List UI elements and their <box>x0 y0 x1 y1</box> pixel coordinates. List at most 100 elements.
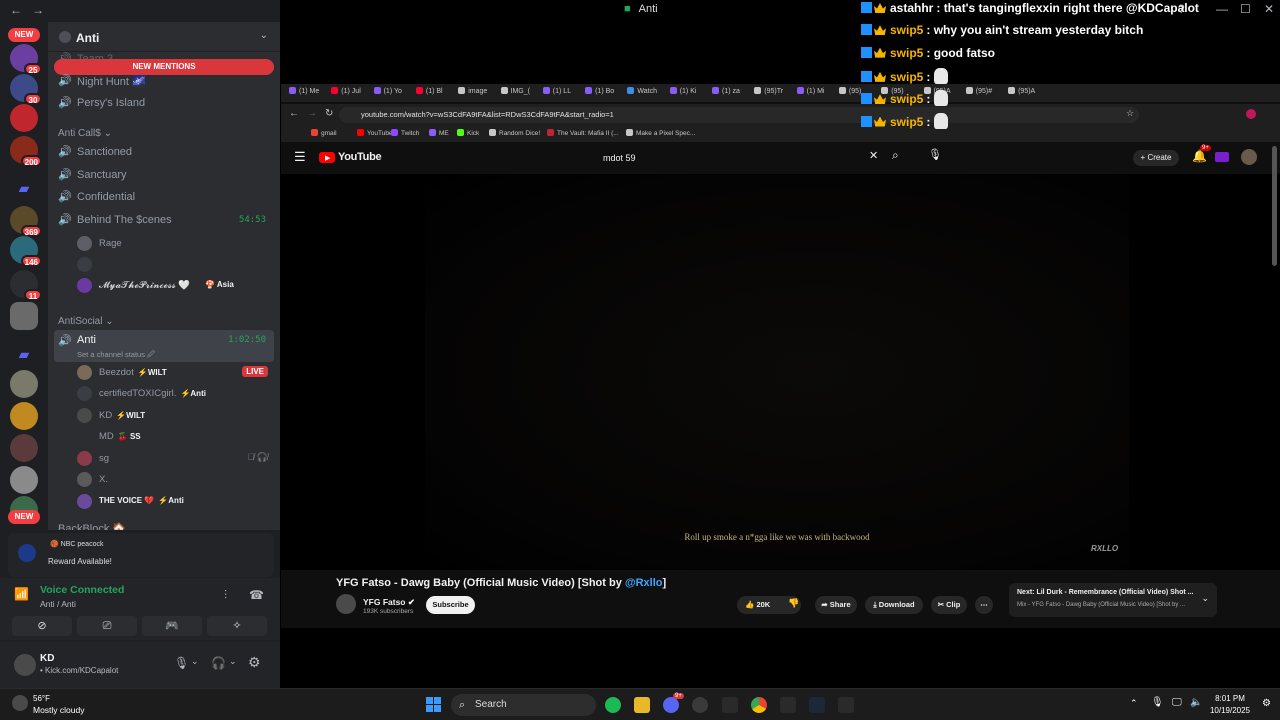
bookmark-item[interactable]: YouTube <box>357 129 393 137</box>
server-icon[interactable]: 146 <box>10 236 42 267</box>
voice-user[interactable]: 𝓜𝔂𝓪𝓣𝓱𝓮𝓟𝓻𝓲𝓷𝓬𝓮𝓼𝓼 🤍 🍄 Asia <box>76 276 274 295</box>
weather-icon[interactable] <box>12 695 28 711</box>
voice-channel[interactable]: 🔊 Persy's Island <box>54 93 274 113</box>
headphones-icon[interactable]: 🎧 <box>211 656 226 670</box>
video-frame[interactable]: Roll up smoke a n*gga like we was with b… <box>425 174 1129 570</box>
camera-off-button[interactable]: ⊘ <box>12 616 72 636</box>
discord-icon[interactable] <box>663 697 679 713</box>
subscribe-button[interactable]: Subscribe <box>426 596 475 614</box>
browser-tab[interactable]: image <box>458 87 487 101</box>
download-button[interactable]: ⤓ Download <box>865 596 923 614</box>
new-unreads-pill[interactable]: NEW <box>8 510 40 524</box>
file-explorer-icon[interactable] <box>634 697 650 713</box>
bookmark-item[interactable]: Make a Pixel Spec... <box>626 129 695 137</box>
new-unreads-pill[interactable]: NEW <box>8 28 40 42</box>
browser-tab[interactable]: (1) za <box>712 87 740 101</box>
bookmark-item[interactable]: ME <box>429 129 449 137</box>
chevron-down-icon[interactable]: ⌄ <box>260 30 268 41</box>
chevron-down-icon[interactable]: ⌄ <box>229 656 237 667</box>
voice-channel[interactable]: 🔊 Sanctioned <box>54 142 274 162</box>
folder-icon[interactable]: ▰ <box>10 340 38 368</box>
app-icon[interactable] <box>780 697 796 713</box>
voice-user[interactable]: Rage <box>76 234 274 253</box>
voice-user[interactable]: MD 🍒 SS <box>76 427 274 446</box>
server-icon[interactable]: 30 <box>10 74 42 105</box>
search-icon[interactable]: ⌕ <box>892 148 899 163</box>
network-icon[interactable]: 🖵 <box>1172 697 1182 708</box>
back-arrow-icon[interactable]: ← <box>289 108 299 119</box>
server-icon[interactable]: 25 <box>10 44 42 75</box>
video-player[interactable]: Roll up smoke a n*gga like we was with b… <box>281 174 1280 570</box>
youtube-logo-icon[interactable]: ▶ <box>319 152 335 163</box>
clock[interactable]: 8:01 PM 10/19/2025 <box>1206 693 1254 717</box>
chevron-up-icon[interactable]: ⌃ <box>1130 698 1138 709</box>
voice-channel-path[interactable]: Anti / Anti <box>40 599 76 609</box>
app-icon[interactable] <box>692 697 708 713</box>
weather-desc[interactable]: Mostly cloudy <box>33 705 85 715</box>
browser-tab[interactable]: (1) Bl <box>415 87 443 101</box>
noise-suppression-icon[interactable]: ⫶ <box>224 588 227 603</box>
server-icon[interactable] <box>10 302 38 330</box>
browser-tab[interactable]: (1) Mi <box>796 87 824 101</box>
voice-channel-active[interactable]: 🔊 Behind The $cenes 54:53 <box>54 210 274 230</box>
activities-button[interactable]: 🎮 <box>142 616 202 636</box>
server-icon[interactable] <box>10 402 38 430</box>
channel-status[interactable]: Set a channel status 🖉 <box>77 349 155 362</box>
voice-user[interactable]: THE VOICE 💔 ⚡Anti <box>76 492 274 511</box>
bookmark-item[interactable]: The Vault: Mafia II (... <box>547 129 619 137</box>
bookmark-item[interactable]: Kick <box>457 129 479 137</box>
microphone-icon[interactable]: 🎙 <box>928 148 942 161</box>
voice-user[interactable]: X. <box>76 470 274 489</box>
scrollbar-thumb[interactable] <box>1272 146 1277 266</box>
share-button[interactable]: ➦ Share <box>815 596 857 614</box>
browser-tab[interactable]: (1) Ki <box>669 87 696 101</box>
server-icon[interactable]: 11 <box>10 270 42 301</box>
server-icon[interactable] <box>10 104 38 132</box>
browser-tab[interactable]: (95)Tr <box>754 87 783 101</box>
back-arrow-icon[interactable]: ← <box>10 3 22 17</box>
server-header[interactable]: Anti ⌄ <box>48 22 280 52</box>
close-icon[interactable]: ✕ <box>1264 2 1274 16</box>
menu-icon[interactable]: ☰ <box>294 149 306 165</box>
spotify-icon[interactable] <box>605 697 621 713</box>
channel-avatar[interactable] <box>336 594 356 614</box>
voice-user[interactable]: KD ⚡WILT <box>76 406 274 425</box>
browser-tab[interactable]: (1) Bo <box>585 87 614 101</box>
chevron-down-icon[interactable]: ⌄ <box>1201 593 1209 604</box>
dislike-icon[interactable]: 👎 <box>788 598 799 609</box>
server-icon[interactable] <box>10 434 38 462</box>
notifications-bell-icon[interactable]: 🔔 <box>1192 149 1207 163</box>
voice-channel[interactable]: 🔊 Confidential <box>54 187 274 207</box>
soundboard-button[interactable]: ✧ <box>207 616 267 636</box>
youtube-logo-text[interactable]: YouTube <box>338 151 382 163</box>
server-icon[interactable] <box>10 466 38 494</box>
browser-tab[interactable]: (1) Jul <box>331 87 361 101</box>
browser-tab[interactable]: (1) Yo <box>373 87 402 101</box>
clip-button[interactable]: ✂ Clip <box>931 596 967 614</box>
maximize-icon[interactable]: ☐ <box>1240 2 1251 16</box>
avatar[interactable] <box>14 654 36 676</box>
category-header[interactable]: AntiSocial ⌄ <box>58 316 114 327</box>
steam-icon[interactable] <box>809 697 825 713</box>
forward-arrow-icon[interactable]: → <box>307 108 317 119</box>
folder-icon[interactable]: ▰ <box>10 174 38 202</box>
browser-tab[interactable]: Watch <box>627 87 657 101</box>
search-input[interactable]: mdot 59 <box>603 149 885 167</box>
clear-search-icon[interactable]: ✕ <box>869 149 878 162</box>
weather-temp[interactable]: 56°F <box>33 694 50 703</box>
signal-icon[interactable]: 📶 <box>14 587 29 601</box>
account-avatar[interactable] <box>1241 149 1257 165</box>
bookmark-item[interactable]: gmail <box>311 129 337 137</box>
browser-tab[interactable]: (1) Me <box>289 87 319 101</box>
create-button[interactable]: + Create <box>1133 150 1179 166</box>
start-button[interactable] <box>426 697 442 713</box>
epic-games-icon[interactable] <box>722 697 738 713</box>
voice-user[interactable] <box>76 255 274 274</box>
browser-tab[interactable]: IMG_( <box>500 87 530 101</box>
server-icon[interactable]: 200 <box>10 136 42 167</box>
bookmark-item[interactable]: Random Dice! <box>489 129 540 137</box>
microphone-icon[interactable]: 🎙 <box>1151 697 1164 708</box>
voice-user[interactable]: Beezdot ⚡WILT LIVE <box>76 363 274 382</box>
forward-arrow-icon[interactable]: → <box>32 3 44 17</box>
server-icon[interactable] <box>10 370 38 398</box>
